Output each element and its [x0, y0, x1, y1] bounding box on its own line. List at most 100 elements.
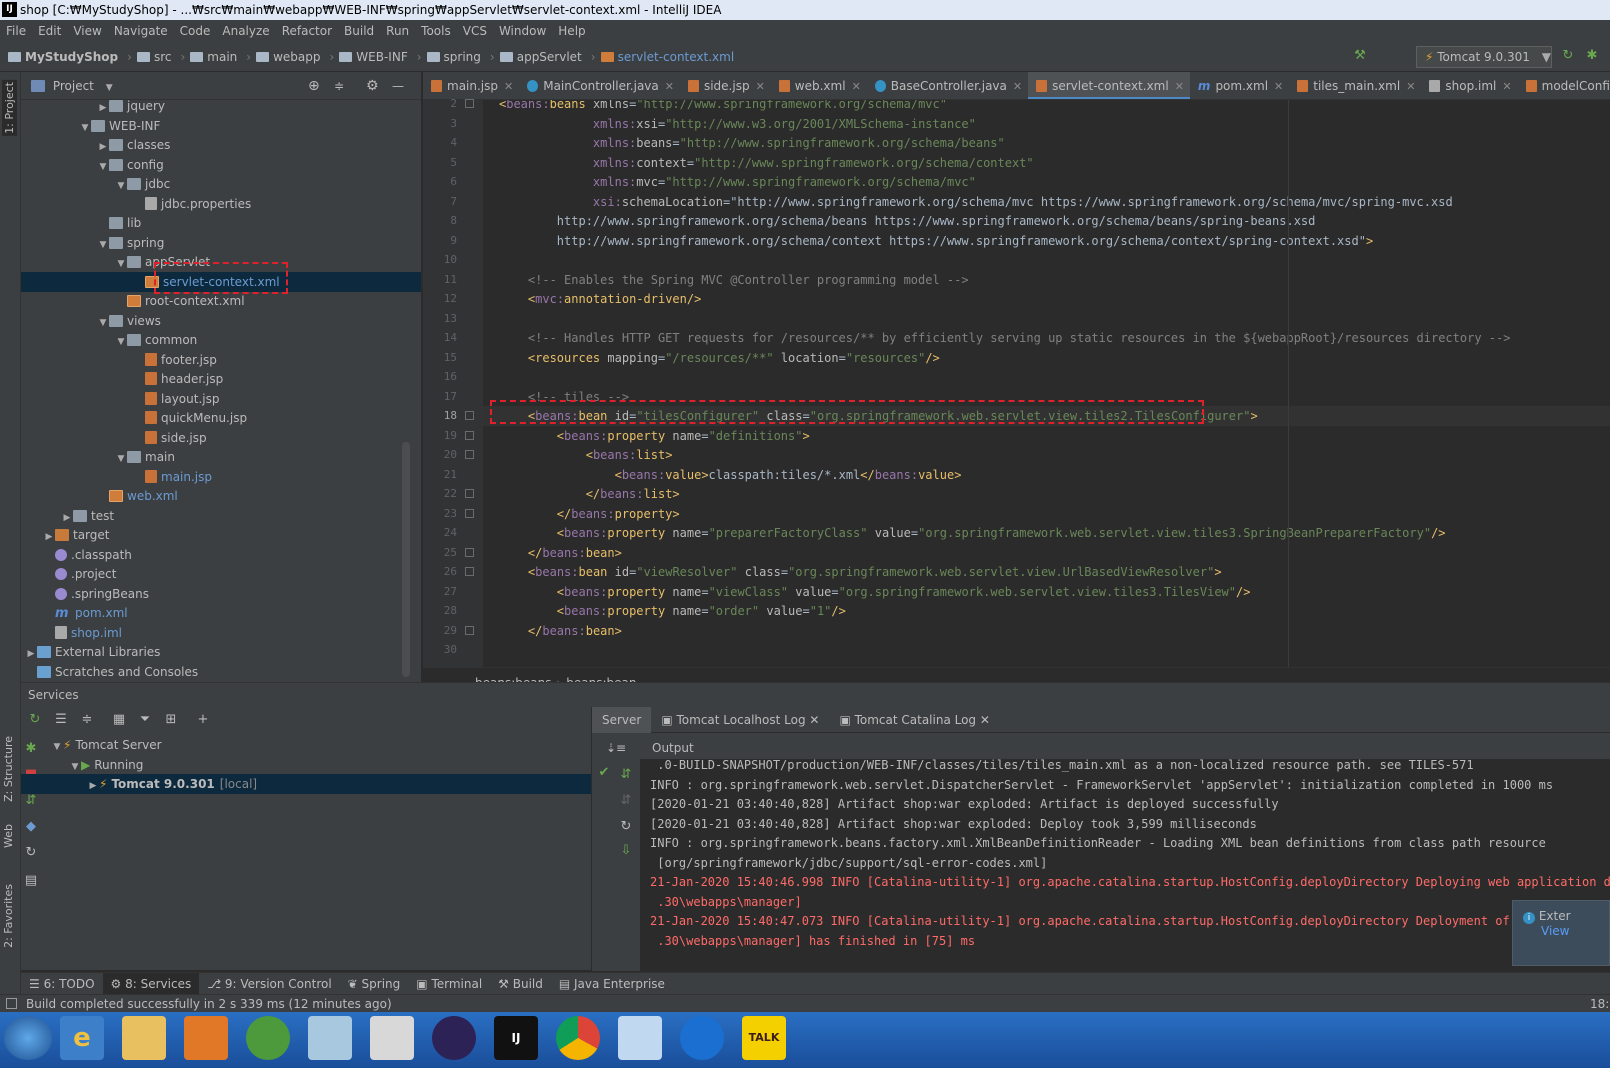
- undeploy-icon[interactable]: ⇵: [618, 793, 634, 809]
- fold-marker-icon[interactable]: [465, 430, 474, 440]
- menu-item-file[interactable]: File: [0, 20, 32, 42]
- close-icon[interactable]: ✕: [1502, 80, 1511, 93]
- tree-item[interactable]: ▼ WEB-INF: [21, 116, 421, 136]
- fold-marker-icon[interactable]: [465, 508, 474, 518]
- fold-marker-icon[interactable]: [465, 99, 474, 108]
- menu-item-vcs[interactable]: VCS: [457, 20, 493, 42]
- close-icon[interactable]: ✕: [1175, 80, 1184, 93]
- bottom-tab[interactable]: ▤ Java Enterprise: [551, 973, 673, 995]
- menu-item-tools[interactable]: Tools: [415, 20, 457, 42]
- editor-tab[interactable]: m pom.xml ✕: [1190, 72, 1289, 99]
- editor-tab[interactable]: MainController.java ✕: [519, 72, 680, 99]
- debug-bug-icon[interactable]: ✱: [1584, 48, 1600, 64]
- tree-item[interactable]: ▼ common: [21, 330, 421, 350]
- fold-marker-icon[interactable]: [465, 547, 474, 557]
- editor-tab[interactable]: modelConfig.xml✕: [1518, 72, 1610, 99]
- layout-icon[interactable]: ⊞: [163, 712, 179, 728]
- collapse-all-icon[interactable]: ≑: [79, 712, 95, 728]
- eclipse-icon[interactable]: [432, 1016, 476, 1060]
- close-icon[interactable]: ✕: [665, 80, 674, 93]
- fold-marker-icon[interactable]: [465, 567, 474, 576]
- tree-item[interactable]: Scratches and Consoles: [21, 662, 421, 682]
- chevron-right-icon[interactable]: ▶: [87, 776, 99, 796]
- tree-item[interactable]: quickMenu.jsp: [21, 408, 421, 428]
- breadcrumb-item[interactable]: WEB-INF: [339, 42, 408, 72]
- kakaotalk-icon[interactable]: TALK: [742, 1016, 786, 1060]
- notification-link[interactable]: View: [1541, 924, 1569, 938]
- scrollbar[interactable]: [402, 442, 410, 677]
- breadcrumb-item[interactable]: appServlet: [499, 42, 582, 72]
- breadcrumb-item[interactable]: MyStudyShop: [8, 42, 118, 72]
- tree-item[interactable]: .classpath: [21, 545, 421, 565]
- file-explorer-icon[interactable]: [122, 1016, 166, 1060]
- spring-tool-suite-icon[interactable]: [246, 1016, 290, 1060]
- tree-item[interactable]: ▼ views: [21, 311, 421, 331]
- windows-start-icon[interactable]: [4, 1016, 52, 1060]
- menu-item-window[interactable]: Window: [493, 20, 552, 42]
- close-icon[interactable]: ✕: [976, 713, 990, 727]
- tree-item[interactable]: jdbc.properties: [21, 194, 421, 214]
- filter-icon[interactable]: ⏷: [137, 712, 153, 728]
- rerun-icon[interactable]: ↻: [1560, 48, 1576, 64]
- media-player-icon[interactable]: [184, 1016, 228, 1060]
- output-console[interactable]: .0-BUILD-SNAPSHOT/production/WEB-INF/cla…: [640, 759, 1610, 971]
- bottom-tab[interactable]: ⎇ 9: Version Control: [199, 973, 339, 995]
- run-configuration-select[interactable]: ⚡ Tomcat 9.0.301 ▼: [1416, 46, 1552, 68]
- tree-item[interactable]: ▼ spring: [21, 233, 421, 253]
- remote-desktop-icon[interactable]: [618, 1016, 662, 1060]
- notepad-icon[interactable]: [308, 1016, 352, 1060]
- menu-item-run[interactable]: Run: [380, 20, 415, 42]
- tree-item[interactable]: root-context.xml: [21, 291, 421, 311]
- code-area[interactable]: <beans:beans xmlns="http://www.springfra…: [483, 100, 1610, 667]
- close-icon[interactable]: ✕: [504, 80, 513, 93]
- expand-all-icon[interactable]: ☰: [53, 712, 69, 728]
- tree-item[interactable]: ▼ main: [21, 447, 421, 467]
- services-tree-item[interactable]: ▼ ▶ Running: [21, 755, 591, 775]
- menu-item-analyze[interactable]: Analyze: [216, 20, 275, 42]
- editor-tab[interactable]: side.jsp ✕: [680, 72, 771, 99]
- bottom-tab[interactable]: ❦ Spring: [340, 973, 409, 995]
- breadcrumb-item[interactable]: main: [190, 42, 237, 72]
- menu-item-help[interactable]: Help: [552, 20, 591, 42]
- web-tool-tab[interactable]: Web: [2, 824, 15, 848]
- fold-marker-icon[interactable]: [465, 411, 474, 420]
- build-hammer-icon[interactable]: ⚒: [1352, 48, 1368, 64]
- breadcrumb-item[interactable]: src: [136, 42, 171, 72]
- breadcrumb-item[interactable]: webapp: [256, 42, 320, 72]
- tree-item[interactable]: shop.iml: [21, 623, 421, 643]
- status-message[interactable]: Build completed successfully in 2 s 339 …: [26, 997, 392, 1011]
- editor-tab[interactable]: tiles_main.xml ✕: [1289, 72, 1421, 99]
- tree-item[interactable]: main.jsp: [21, 467, 421, 487]
- tree-item[interactable]: footer.jsp: [21, 350, 421, 370]
- bottom-tab[interactable]: ⚙ 8: Services: [102, 973, 200, 995]
- close-icon[interactable]: ✕: [852, 80, 861, 93]
- log-tab[interactable]: ▣ Tomcat Localhost Log ✕: [651, 707, 829, 733]
- deploy-icon[interactable]: ⇵: [618, 767, 634, 783]
- tree-item[interactable]: ▶ jquery: [21, 96, 421, 116]
- fold-marker-icon[interactable]: [465, 625, 474, 635]
- intellij-idea-icon[interactable]: IJ: [494, 1016, 538, 1060]
- close-icon[interactable]: ✕: [1013, 80, 1022, 93]
- chrome-icon[interactable]: [556, 1016, 600, 1060]
- close-icon[interactable]: ✕: [1274, 80, 1283, 93]
- menu-item-navigate[interactable]: Navigate: [108, 20, 174, 42]
- tree-item[interactable]: ▶ classes: [21, 135, 421, 155]
- paint-icon[interactable]: [370, 1016, 414, 1060]
- bottom-tab[interactable]: ☰ 6: TODO: [21, 973, 103, 995]
- tree-item[interactable]: ▶ External Libraries: [21, 642, 421, 662]
- tree-item[interactable]: ▼ config: [21, 155, 421, 175]
- menu-item-code[interactable]: Code: [174, 20, 217, 42]
- teamviewer-icon[interactable]: [680, 1016, 724, 1060]
- tree-item[interactable]: .springBeans: [21, 584, 421, 604]
- breadcrumb-item[interactable]: servlet-context.xml: [600, 42, 734, 72]
- tree-item[interactable]: ▼ jdbc: [21, 174, 421, 194]
- project-tool-tab[interactable]: 1: Project: [2, 80, 17, 136]
- bottom-tab[interactable]: ▣ Terminal: [408, 973, 490, 995]
- tree-item[interactable]: layout.jsp: [21, 389, 421, 409]
- fold-marker-icon[interactable]: [465, 450, 474, 459]
- project-panel-title[interactable]: Project: [53, 79, 94, 93]
- menu-item-view[interactable]: View: [67, 20, 107, 42]
- log-tab[interactable]: Server: [592, 707, 652, 733]
- tree-item[interactable]: side.jsp: [21, 428, 421, 448]
- fold-marker-icon[interactable]: [465, 489, 474, 498]
